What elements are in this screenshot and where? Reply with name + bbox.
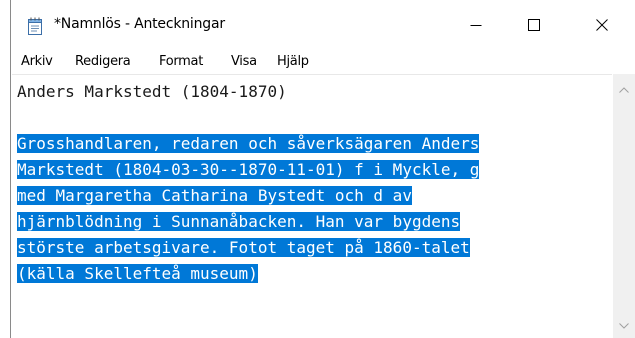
notepad-icon [27, 17, 43, 35]
menu-visa[interactable]: Visa [231, 54, 257, 69]
menu-bar: Arkiv Redigera Format Visa Hjälp [11, 50, 635, 74]
text-editor[interactable]: Anders Markstedt (1804-1870) Grosshandla… [12, 74, 612, 338]
window-title: *Namnlös - Anteckningar [54, 16, 225, 32]
selected-text-line: Markstedt (1804-03-30--1870-11-01) f i M… [17, 160, 480, 179]
text-line: Anders Markstedt (1804-1870) [17, 82, 287, 101]
minimize-button[interactable] [453, 0, 499, 50]
selected-text-line: (källa Skellefteå museum) [17, 264, 258, 283]
menu-format[interactable]: Format [159, 54, 203, 69]
chevron-down-icon[interactable] [618, 320, 630, 332]
menu-redigera[interactable]: Redigera [75, 54, 131, 69]
close-icon [596, 16, 608, 35]
chevron-up-icon[interactable] [618, 84, 630, 96]
menu-hjalp[interactable]: Hjälp [277, 54, 309, 69]
maximize-icon [528, 16, 540, 35]
selected-text-line: med Margaretha Catharina Bystedt och d a… [17, 186, 412, 205]
menu-arkiv[interactable]: Arkiv [21, 54, 53, 69]
vertical-scrollbar[interactable] [613, 74, 635, 338]
maximize-button[interactable] [511, 0, 557, 50]
close-button[interactable] [579, 0, 625, 50]
minimize-icon [470, 16, 482, 35]
selected-text-line: hjärnblödning i Sunnanåbacken. Han var b… [17, 212, 461, 231]
selected-text-line: störste arbetsgivare. Fotot taget på 186… [17, 238, 470, 257]
title-bar[interactable]: *Namnlös - Anteckningar [11, 0, 635, 50]
notepad-window: *Namnlös - Anteckningar Arkiv Redigera F… [10, 0, 635, 338]
selected-text-line: Grosshandlaren, redaren och såverksägare… [17, 134, 480, 153]
